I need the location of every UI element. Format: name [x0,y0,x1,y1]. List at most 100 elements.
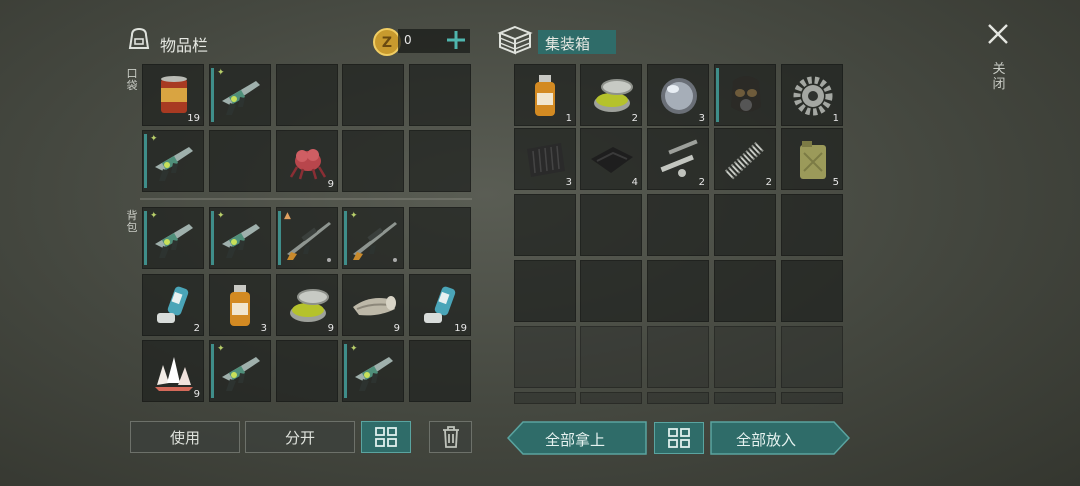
sort-container-button[interactable] [654,422,704,454]
sort-grid-icon [375,427,397,447]
empty-slot[interactable] [209,130,271,192]
empty-slot[interactable] [276,64,338,126]
empty-slot[interactable] [580,326,642,388]
item-slot[interactable]: ✦ [209,340,271,402]
item-slot[interactable]: ✦ [142,130,204,192]
item-slot[interactable]: ▲ [276,207,338,269]
item-quantity: 19 [454,323,467,334]
blaster-rifle-icon [222,224,260,258]
bottle-icon [230,285,250,326]
empty-slot[interactable] [580,392,642,404]
empty-slot[interactable] [276,340,338,402]
sort-grid-icon [668,428,690,448]
item-quantity: 9 [327,179,334,190]
empty-slot[interactable] [714,260,776,322]
item-slot[interactable]: ✦ [342,340,404,402]
empty-slot[interactable] [647,260,709,322]
item-slot[interactable]: ✦ [142,207,204,269]
empty-slot[interactable] [342,64,404,126]
split-button[interactable]: 分开 [245,421,355,453]
item-slot[interactable]: 3 [647,64,709,126]
empty-slot[interactable] [580,260,642,322]
item-slot[interactable]: 1 [781,64,843,126]
add-coin-button[interactable] [444,28,468,56]
svg-text:Z: Z [382,35,392,51]
item-slot[interactable]: 3 [514,128,576,190]
empty-slot[interactable] [647,194,709,256]
item-quantity: 9 [393,323,400,334]
empty-slot[interactable] [342,130,404,192]
use-button[interactable]: 使用 [130,421,240,453]
take-all-button[interactable]: 全部拿上 [507,421,647,455]
empty-slot[interactable] [781,326,843,388]
empty-slot[interactable] [714,392,776,404]
durability-bar [211,68,214,122]
mod-badge-icon: ✦ [350,211,358,221]
ointment-tin-icon [290,289,329,322]
blaster-rifle-icon [222,357,260,391]
item-slot[interactable]: 2 [647,128,709,190]
close-label[interactable]: 关闭 [992,62,1006,92]
item-quantity: 2 [193,323,200,334]
durability-bar [144,134,147,188]
item-slot[interactable]: ✦ [209,64,271,126]
empty-slot[interactable] [514,326,576,388]
container-title: 集装箱 [545,35,591,53]
item-slot[interactable]: 5 [781,128,843,190]
item-slot[interactable]: 3 [209,274,271,336]
item-slot[interactable]: 9 [276,130,338,192]
close-icon[interactable] [986,22,1010,50]
item-quantity: 3 [565,177,572,188]
empty-slot[interactable] [514,260,576,322]
crystal-icon [155,357,193,391]
trash-icon [442,426,459,448]
empty-slot[interactable] [647,326,709,388]
item-slot[interactable] [714,64,776,126]
empty-slot[interactable] [580,194,642,256]
empty-slot[interactable] [514,194,576,256]
durability-bar [211,344,214,398]
item-slot[interactable]: ✦ [342,207,404,269]
backpack-icon [126,26,152,56]
item-slot[interactable]: 2 [714,128,776,190]
item-slot[interactable]: 9 [342,274,404,336]
item-slot[interactable]: 2 [580,64,642,126]
metal-parts-icon [660,139,698,177]
item-slot[interactable]: 1 [514,64,576,126]
item-slot[interactable]: 19 [142,64,204,126]
bandage-roll-icon [353,296,396,316]
item-slot[interactable]: 19 [409,274,471,336]
item-slot[interactable]: ✦ [209,207,271,269]
empty-slot[interactable] [409,340,471,402]
empty-slot[interactable] [647,392,709,404]
empty-slot[interactable] [409,207,471,269]
item-quantity: 4 [631,177,638,188]
inhaler-icon [157,286,189,323]
item-quantity: 2 [698,177,705,188]
empty-slot[interactable] [781,260,843,322]
mod-badge-icon: ✦ [150,134,158,144]
mod-badge-icon: ✦ [150,211,158,221]
durability-bar [211,211,214,265]
item-slot[interactable]: 2 [142,274,204,336]
put-all-button[interactable]: 全部放入 [710,421,850,455]
empty-slot[interactable] [781,392,843,404]
sort-inventory-button[interactable] [361,421,411,453]
empty-slot[interactable] [781,194,843,256]
use-button-label: 使用 [169,428,200,447]
empty-slot[interactable] [409,130,471,192]
empty-slot[interactable] [714,194,776,256]
item-slot[interactable]: 9 [276,274,338,336]
item-slot[interactable]: 9 [142,340,204,402]
mod-badge-icon: ✦ [217,68,225,78]
durability-bar [144,211,147,265]
empty-slot[interactable] [409,64,471,126]
empty-slot[interactable] [714,326,776,388]
gas-mask-icon [731,76,761,112]
gear-icon [793,76,833,116]
empty-slot[interactable] [514,392,576,404]
durability-bar [344,211,347,265]
pocket-label: 口袋 [126,67,138,92]
delete-button[interactable] [429,421,472,453]
item-slot[interactable]: 4 [580,128,642,190]
